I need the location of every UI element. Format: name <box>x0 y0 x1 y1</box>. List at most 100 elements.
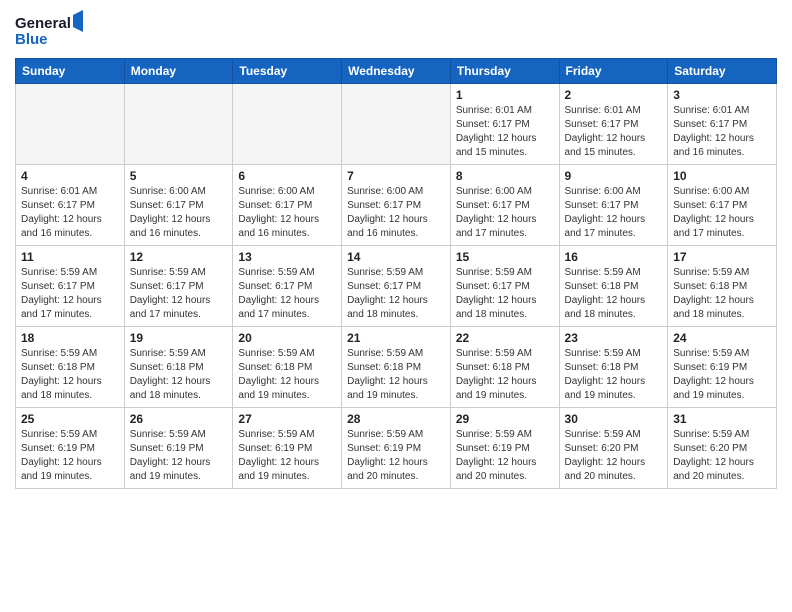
calendar-cell: 18 Sunrise: 5:59 AM Sunset: 6:18 PM Dayli… <box>16 327 125 408</box>
calendar-cell <box>233 84 342 165</box>
day-info: Sunrise: 6:00 AM Sunset: 6:17 PM Dayligh… <box>130 185 228 241</box>
calendar-week-row: 25 Sunrise: 5:59 AM Sunset: 6:19 PM Dayli… <box>16 408 777 489</box>
day-info: Sunrise: 5:59 AM Sunset: 6:17 PM Dayligh… <box>456 266 554 322</box>
calendar-cell: 5 Sunrise: 6:00 AM Sunset: 6:17 PM Daylig… <box>124 165 233 246</box>
day-info: Sunrise: 5:59 AM Sunset: 6:18 PM Dayligh… <box>21 347 119 403</box>
day-number: 6 <box>238 169 336 183</box>
calendar-cell: 28 Sunrise: 5:59 AM Sunset: 6:19 PM Dayli… <box>342 408 451 489</box>
day-number: 8 <box>456 169 554 183</box>
day-info: Sunrise: 5:59 AM Sunset: 6:18 PM Dayligh… <box>565 347 663 403</box>
calendar-week-row: 1 Sunrise: 6:01 AM Sunset: 6:17 PM Daylig… <box>16 84 777 165</box>
calendar-cell <box>342 84 451 165</box>
calendar-cell: 14 Sunrise: 5:59 AM Sunset: 6:17 PM Dayli… <box>342 246 451 327</box>
weekday-header-saturday: Saturday <box>668 59 777 84</box>
calendar-cell: 25 Sunrise: 5:59 AM Sunset: 6:19 PM Dayli… <box>16 408 125 489</box>
svg-text:General: General <box>15 15 71 32</box>
calendar-cell: 31 Sunrise: 5:59 AM Sunset: 6:20 PM Dayli… <box>668 408 777 489</box>
day-number: 15 <box>456 250 554 264</box>
day-info: Sunrise: 5:59 AM Sunset: 6:17 PM Dayligh… <box>347 266 445 322</box>
day-info: Sunrise: 6:01 AM Sunset: 6:17 PM Dayligh… <box>456 104 554 160</box>
day-number: 31 <box>673 412 771 426</box>
day-info: Sunrise: 5:59 AM Sunset: 6:18 PM Dayligh… <box>130 347 228 403</box>
day-info: Sunrise: 6:00 AM Sunset: 6:17 PM Dayligh… <box>238 185 336 241</box>
day-number: 23 <box>565 331 663 345</box>
calendar-cell: 23 Sunrise: 5:59 AM Sunset: 6:18 PM Dayli… <box>559 327 668 408</box>
calendar-week-row: 11 Sunrise: 5:59 AM Sunset: 6:17 PM Dayli… <box>16 246 777 327</box>
day-number: 30 <box>565 412 663 426</box>
calendar-cell: 15 Sunrise: 5:59 AM Sunset: 6:17 PM Dayli… <box>450 246 559 327</box>
day-info: Sunrise: 5:59 AM Sunset: 6:18 PM Dayligh… <box>456 347 554 403</box>
day-number: 27 <box>238 412 336 426</box>
day-info: Sunrise: 5:59 AM Sunset: 6:19 PM Dayligh… <box>130 428 228 484</box>
calendar-cell: 8Sunrise: 6:00 AM Sunset: 6:17 PM Daylig… <box>450 165 559 246</box>
day-number: 24 <box>673 331 771 345</box>
day-info: Sunrise: 5:59 AM Sunset: 6:18 PM Dayligh… <box>673 266 771 322</box>
day-number: 14 <box>347 250 445 264</box>
day-number: 5 <box>130 169 228 183</box>
day-number: 12 <box>130 250 228 264</box>
day-number: 9 <box>565 169 663 183</box>
calendar-cell: 6 Sunrise: 6:00 AM Sunset: 6:17 PM Daylig… <box>233 165 342 246</box>
day-info: Sunrise: 6:01 AM Sunset: 6:17 PM Dayligh… <box>673 104 771 160</box>
calendar-cell: 30 Sunrise: 5:59 AM Sunset: 6:20 PM Dayli… <box>559 408 668 489</box>
calendar-cell <box>124 84 233 165</box>
day-number: 20 <box>238 331 336 345</box>
calendar-cell: 17 Sunrise: 5:59 AM Sunset: 6:18 PM Dayli… <box>668 246 777 327</box>
calendar-cell: 22 Sunrise: 5:59 AM Sunset: 6:18 PM Dayli… <box>450 327 559 408</box>
day-info: Sunrise: 6:00 AM Sunset: 6:17 PM Dayligh… <box>565 185 663 241</box>
day-number: 1 <box>456 88 554 102</box>
day-info: Sunrise: 5:59 AM Sunset: 6:18 PM Dayligh… <box>347 347 445 403</box>
day-info: Sunrise: 5:59 AM Sunset: 6:17 PM Dayligh… <box>238 266 336 322</box>
day-number: 21 <box>347 331 445 345</box>
calendar-cell: 26 Sunrise: 5:59 AM Sunset: 6:19 PM Dayli… <box>124 408 233 489</box>
day-info: Sunrise: 5:59 AM Sunset: 6:19 PM Dayligh… <box>238 428 336 484</box>
calendar-cell: 20 Sunrise: 5:59 AM Sunset: 6:18 PM Dayli… <box>233 327 342 408</box>
weekday-header-tuesday: Tuesday <box>233 59 342 84</box>
day-number: 17 <box>673 250 771 264</box>
calendar-cell: 10Sunrise: 6:00 AM Sunset: 6:17 PM Dayli… <box>668 165 777 246</box>
day-info: Sunrise: 5:59 AM Sunset: 6:19 PM Dayligh… <box>673 347 771 403</box>
day-number: 26 <box>130 412 228 426</box>
day-info: Sunrise: 5:59 AM Sunset: 6:20 PM Dayligh… <box>673 428 771 484</box>
day-number: 29 <box>456 412 554 426</box>
logo: General Blue <box>15 10 85 50</box>
calendar-cell: 9 Sunrise: 6:00 AM Sunset: 6:17 PM Daylig… <box>559 165 668 246</box>
logo-svg: General Blue <box>15 10 85 50</box>
day-info: Sunrise: 5:59 AM Sunset: 6:17 PM Dayligh… <box>21 266 119 322</box>
day-number: 19 <box>130 331 228 345</box>
weekday-header-monday: Monday <box>124 59 233 84</box>
calendar-cell: 16Sunrise: 5:59 AM Sunset: 6:18 PM Dayli… <box>559 246 668 327</box>
calendar-cell: 7 Sunrise: 6:00 AM Sunset: 6:17 PM Daylig… <box>342 165 451 246</box>
calendar-cell: 3 Sunrise: 6:01 AM Sunset: 6:17 PM Daylig… <box>668 84 777 165</box>
day-number: 4 <box>21 169 119 183</box>
day-number: 22 <box>456 331 554 345</box>
day-number: 16 <box>565 250 663 264</box>
calendar-week-row: 18 Sunrise: 5:59 AM Sunset: 6:18 PM Dayli… <box>16 327 777 408</box>
calendar-table: SundayMondayTuesdayWednesdayThursdayFrid… <box>15 58 777 489</box>
calendar-cell: 4 Sunrise: 6:01 AM Sunset: 6:17 PM Daylig… <box>16 165 125 246</box>
calendar-cell: 1 Sunrise: 6:01 AM Sunset: 6:17 PM Daylig… <box>450 84 559 165</box>
day-info: Sunrise: 5:59 AM Sunset: 6:19 PM Dayligh… <box>21 428 119 484</box>
calendar-cell: 12Sunrise: 5:59 AM Sunset: 6:17 PM Dayli… <box>124 246 233 327</box>
day-info: Sunrise: 5:59 AM Sunset: 6:19 PM Dayligh… <box>347 428 445 484</box>
day-number: 28 <box>347 412 445 426</box>
weekday-header-friday: Friday <box>559 59 668 84</box>
day-number: 2 <box>565 88 663 102</box>
weekday-header-thursday: Thursday <box>450 59 559 84</box>
svg-text:Blue: Blue <box>15 31 48 48</box>
day-info: Sunrise: 6:01 AM Sunset: 6:17 PM Dayligh… <box>21 185 119 241</box>
calendar-cell: 19 Sunrise: 5:59 AM Sunset: 6:18 PM Dayli… <box>124 327 233 408</box>
page-header: General Blue <box>15 10 777 50</box>
day-number: 3 <box>673 88 771 102</box>
day-number: 18 <box>21 331 119 345</box>
day-number: 25 <box>21 412 119 426</box>
weekday-header-sunday: Sunday <box>16 59 125 84</box>
day-info: Sunrise: 5:59 AM Sunset: 6:18 PM Dayligh… <box>238 347 336 403</box>
weekday-header-wednesday: Wednesday <box>342 59 451 84</box>
day-number: 13 <box>238 250 336 264</box>
day-number: 11 <box>21 250 119 264</box>
day-number: 7 <box>347 169 445 183</box>
day-info: Sunrise: 6:00 AM Sunset: 6:17 PM Dayligh… <box>347 185 445 241</box>
day-info: Sunrise: 5:59 AM Sunset: 6:20 PM Dayligh… <box>565 428 663 484</box>
calendar-cell: 21 Sunrise: 5:59 AM Sunset: 6:18 PM Dayli… <box>342 327 451 408</box>
